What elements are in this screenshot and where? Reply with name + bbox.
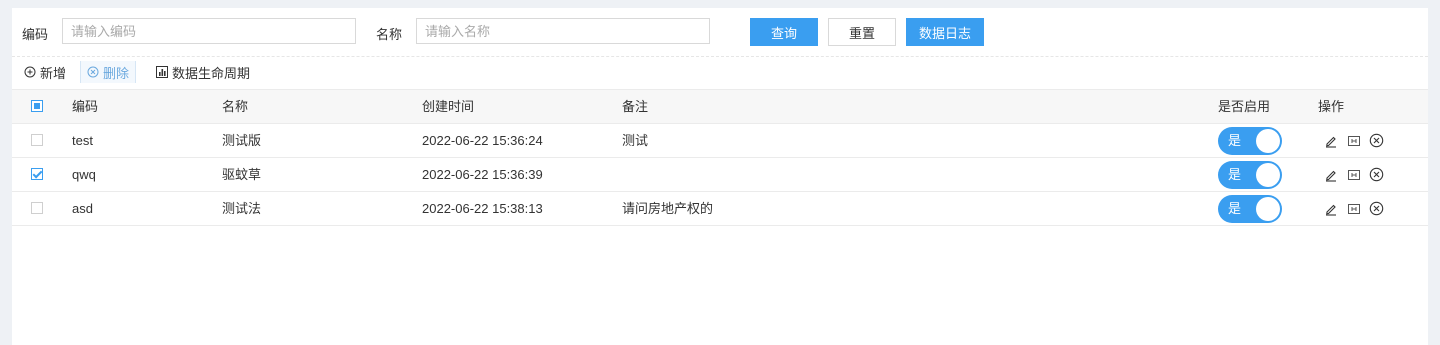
detail-icon[interactable]: [1345, 200, 1362, 217]
data-log-button[interactable]: 数据日志: [906, 18, 984, 46]
plus-circle-icon: [24, 66, 36, 78]
table-row[interactable]: asd 测试法 2022-06-22 15:38:13 请问房地产权的 是: [12, 192, 1428, 226]
lifecycle-label: 数据生命周期: [172, 65, 251, 81]
detail-icon[interactable]: [1345, 166, 1362, 183]
row-code: qwq: [72, 167, 96, 182]
row-checkbox[interactable]: [31, 202, 43, 214]
row-remark: 请问房地产权的: [622, 201, 714, 216]
row-name: 驱蚊草: [222, 167, 262, 182]
row-actions: [1322, 132, 1385, 149]
row-created: 2022-06-22 15:36:39: [422, 167, 543, 182]
row-code: asd: [72, 201, 93, 216]
header-name: 名称: [222, 99, 249, 114]
name-input[interactable]: [416, 18, 710, 44]
detail-icon[interactable]: [1345, 132, 1362, 149]
toggle-text: 是: [1228, 133, 1242, 148]
data-table: 编码 名称 创建时间 备注 是否启用 操作 test 测试版 2022-06-2…: [12, 89, 1428, 226]
select-all-checkbox[interactable]: [31, 100, 43, 112]
search-bar: 编码 名称 查询 重置 数据日志: [12, 8, 1428, 57]
edit-icon[interactable]: [1322, 200, 1339, 217]
table-row[interactable]: test 测试版 2022-06-22 15:36:24 测试 是: [12, 124, 1428, 158]
add-button[interactable]: 新增: [20, 61, 70, 83]
toolbar: 新增 删除 数据生命周期: [12, 57, 1428, 89]
delete-button[interactable]: 删除: [80, 61, 137, 83]
row-name: 测试版: [222, 133, 262, 148]
row-code: test: [72, 133, 93, 148]
reset-button[interactable]: 重置: [828, 18, 896, 46]
header-remark: 备注: [622, 99, 649, 114]
enabled-toggle[interactable]: 是: [1218, 195, 1282, 223]
name-label: 名称: [376, 27, 403, 42]
close-circle-icon: [87, 66, 99, 78]
table-row[interactable]: qwq 驱蚊草 2022-06-22 15:36:39 是: [12, 158, 1428, 192]
toggle-text: 是: [1228, 167, 1242, 182]
row-remark: 测试: [622, 133, 649, 148]
enabled-toggle[interactable]: 是: [1218, 161, 1282, 189]
row-checkbox[interactable]: [31, 168, 43, 180]
toggle-knob: [1256, 197, 1280, 221]
toggle-knob: [1256, 163, 1280, 187]
row-actions: [1322, 200, 1385, 217]
row-created: 2022-06-22 15:36:24: [422, 133, 543, 148]
delete-icon[interactable]: [1368, 200, 1385, 217]
code-label: 编码: [22, 27, 49, 42]
query-button[interactable]: 查询: [750, 18, 818, 46]
lifecycle-button[interactable]: 数据生命周期: [152, 61, 254, 83]
header-enabled: 是否启用: [1218, 99, 1271, 114]
edit-icon[interactable]: [1322, 132, 1339, 149]
row-checkbox[interactable]: [31, 134, 43, 146]
edit-icon[interactable]: [1322, 166, 1339, 183]
table-header: 编码 名称 创建时间 备注 是否启用 操作: [12, 89, 1428, 124]
header-created: 创建时间: [422, 99, 475, 114]
delete-icon[interactable]: [1368, 166, 1385, 183]
add-label: 新增: [40, 65, 67, 81]
code-input[interactable]: [62, 18, 356, 44]
row-actions: [1322, 166, 1385, 183]
row-name: 测试法: [222, 201, 262, 216]
toggle-knob: [1256, 129, 1280, 153]
delete-icon[interactable]: [1368, 132, 1385, 149]
header-actions: 操作: [1318, 99, 1345, 114]
row-created: 2022-06-22 15:38:13: [422, 201, 543, 216]
header-code: 编码: [72, 99, 99, 114]
toggle-text: 是: [1228, 201, 1242, 216]
delete-label: 删除: [103, 65, 130, 81]
main-panel: 编码 名称 查询 重置 数据日志 新增 删除: [12, 8, 1428, 345]
chart-icon: [156, 66, 168, 78]
enabled-toggle[interactable]: 是: [1218, 127, 1282, 155]
